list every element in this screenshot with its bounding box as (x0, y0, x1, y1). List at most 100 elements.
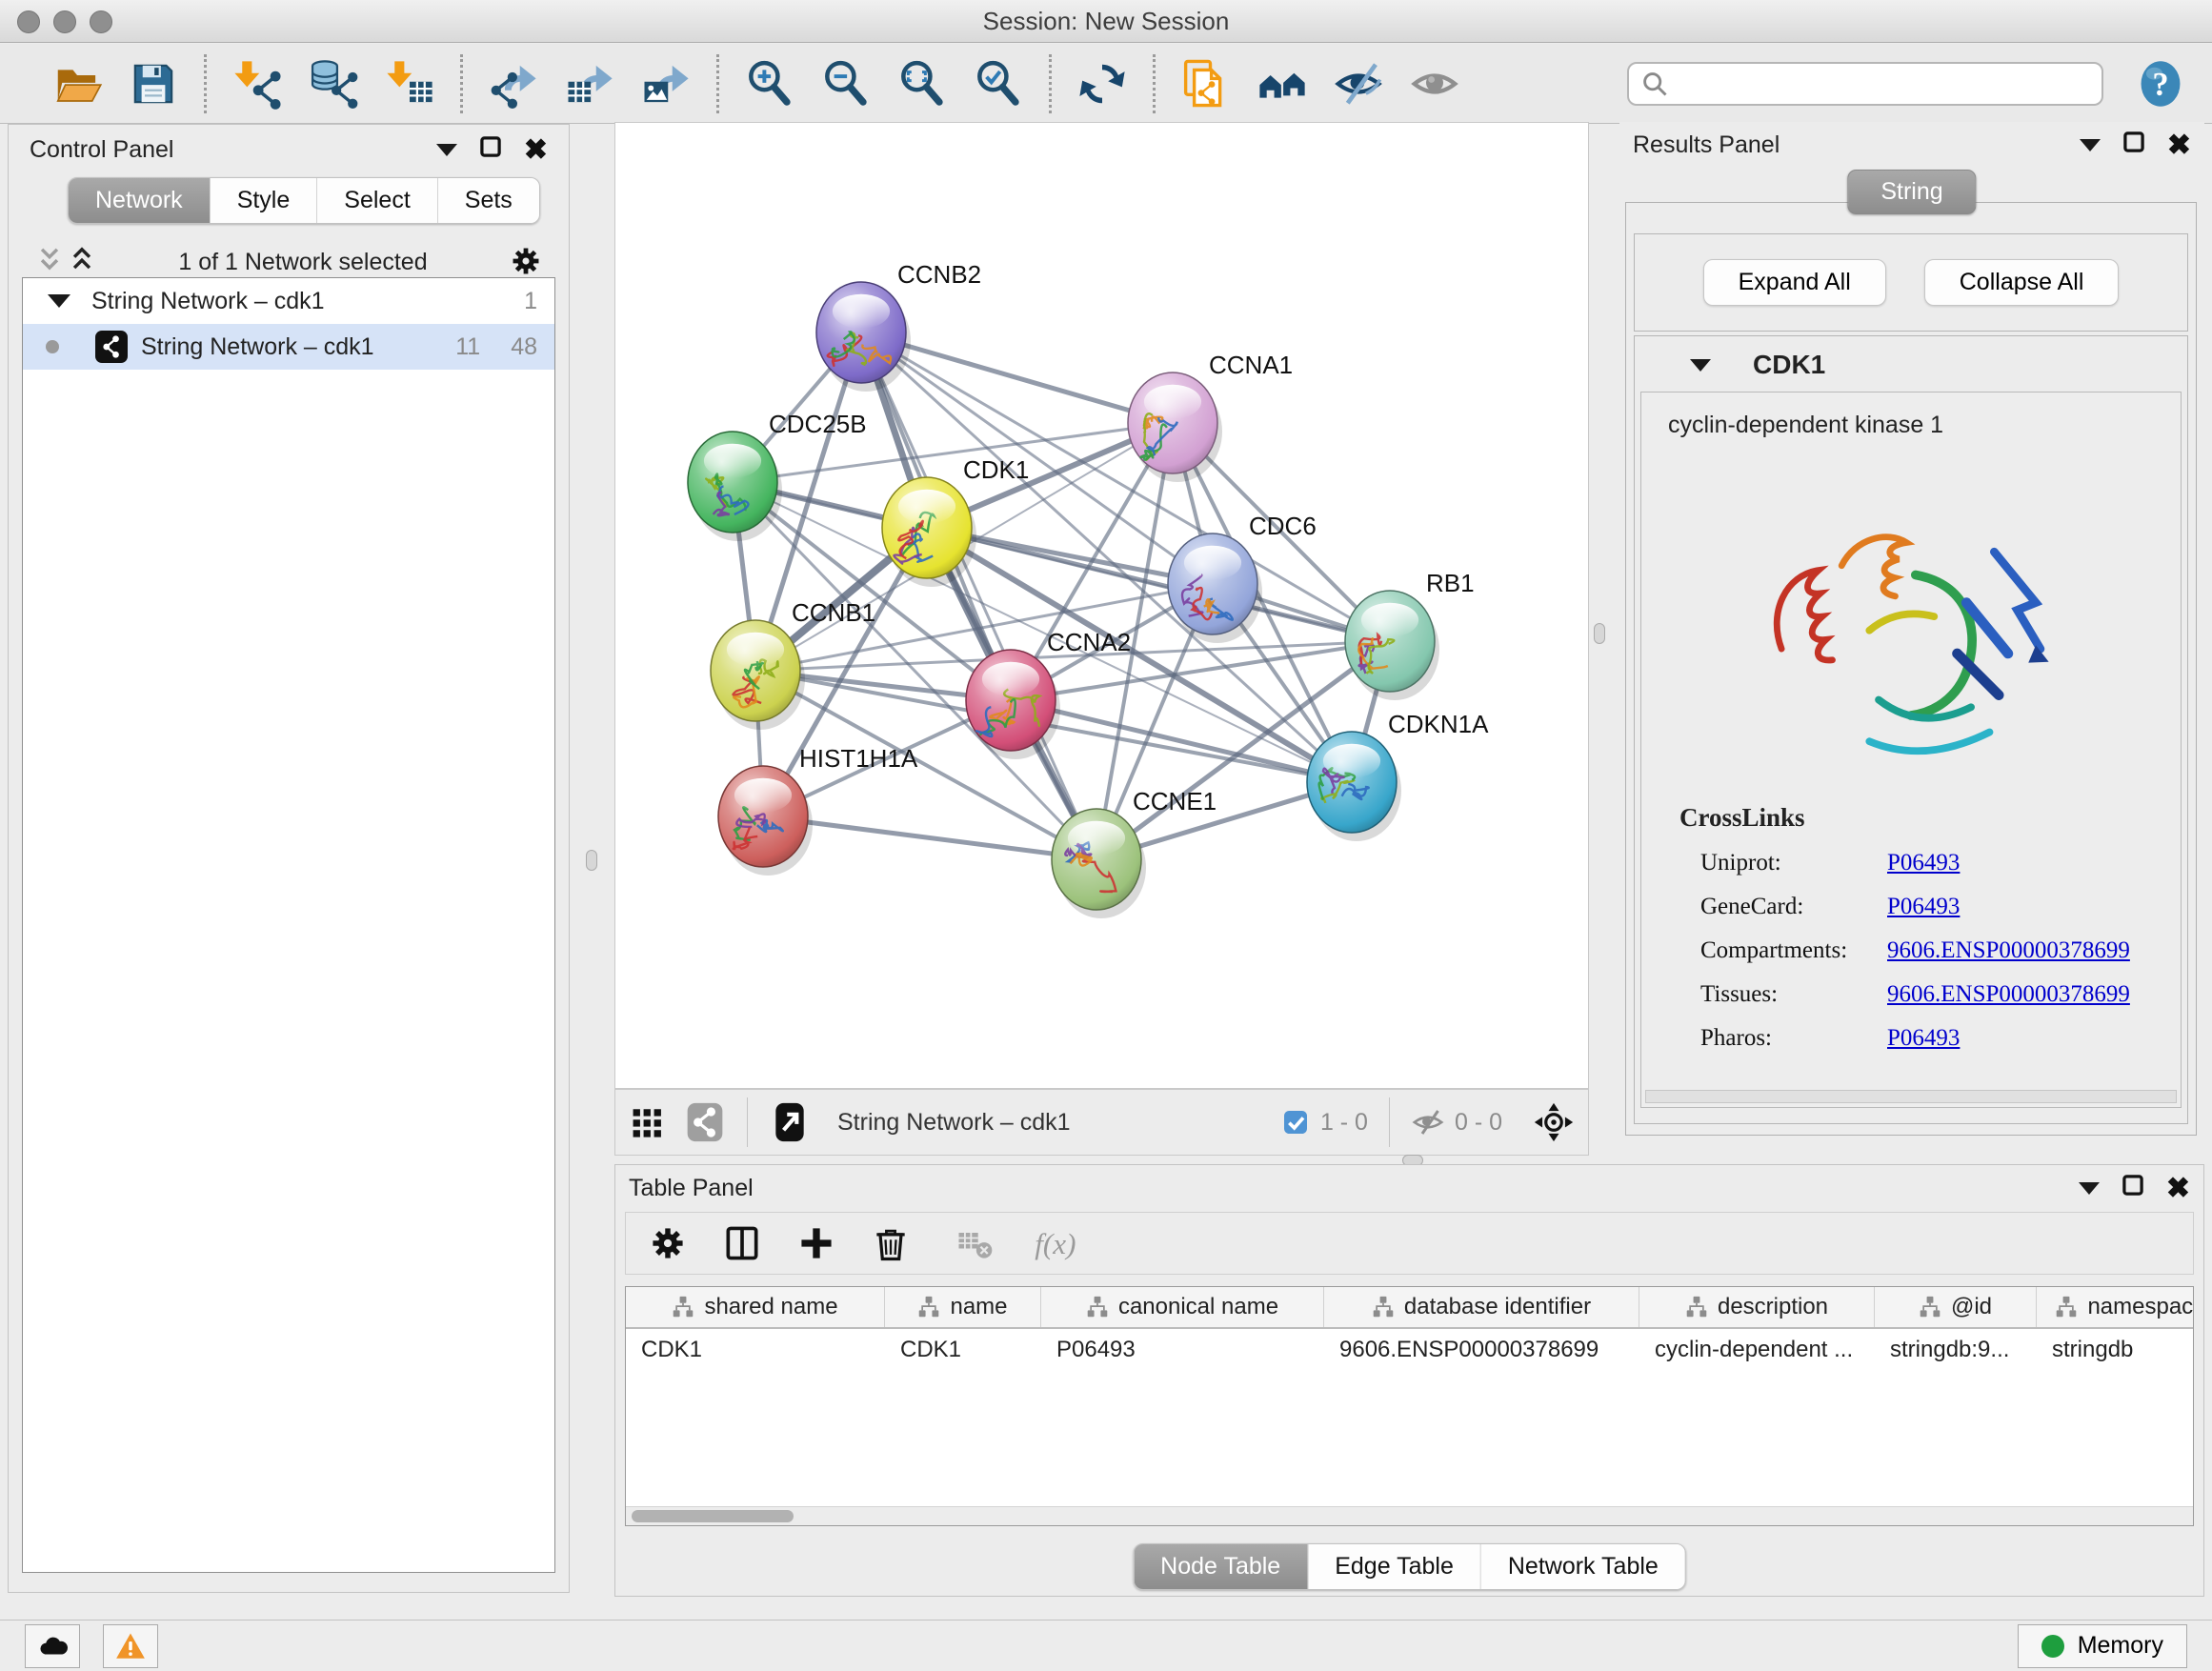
help-button[interactable]: ? (2136, 57, 2185, 111)
table-cell[interactable]: cyclin-dependent ... (1639, 1329, 1875, 1373)
network-canvas[interactable]: CCNB2CCNA1CDC25BCDK1CDC6RB1CCNB1CCNA2CDK… (614, 122, 1589, 1089)
column-header-name[interactable]: name (885, 1287, 1041, 1327)
zoom-selected-button[interactable] (973, 58, 1024, 110)
search-box[interactable] (1627, 62, 2103, 106)
save-session-button[interactable] (128, 58, 179, 110)
panel-menu-icon[interactable] (2080, 139, 2101, 151)
crosslink-link[interactable]: 9606.ENSP00000378699 (1887, 981, 2130, 1008)
grid-view-button[interactable] (629, 1101, 671, 1143)
table-cell[interactable]: CDK1 (885, 1329, 1041, 1373)
right-splitter-grip[interactable] (1594, 623, 1605, 644)
collapse-collection-icon[interactable] (48, 294, 70, 308)
cloud-button[interactable] (25, 1624, 80, 1668)
delete-column-button[interactable] (870, 1222, 912, 1264)
table-row[interactable]: CDK1CDK1P064939606.ENSP00000378699cyclin… (626, 1329, 2193, 1373)
table-cell[interactable]: stringdb (2037, 1329, 2194, 1373)
node-HIST1H1A[interactable]: HIST1H1A (718, 744, 918, 876)
tab-sets[interactable]: Sets (437, 178, 539, 223)
crosslink-link[interactable]: P06493 (1887, 850, 1960, 876)
search-input[interactable] (1677, 70, 2090, 98)
column-header-canonical-name[interactable]: canonical name (1041, 1287, 1324, 1327)
export-image-button[interactable] (640, 58, 692, 110)
warnings-button[interactable] (103, 1624, 158, 1668)
export-table-button[interactable] (564, 58, 615, 110)
collapse-all-button[interactable]: Collapse All (1924, 259, 2120, 306)
panel-menu-icon[interactable] (436, 144, 457, 156)
node-CDKN1A[interactable]: CDKN1A (1307, 710, 1489, 841)
close-panel-icon[interactable]: ✖ (524, 136, 548, 165)
tab-string[interactable]: String (1847, 170, 1976, 214)
panel-menu-icon[interactable] (2079, 1182, 2100, 1195)
protein-header[interactable]: CDK1 (1635, 336, 2187, 392)
clone-network-button[interactable] (1180, 58, 1232, 110)
selected-checkbox-icon[interactable] (1280, 1107, 1311, 1137)
zoom-out-button[interactable] (820, 58, 872, 110)
open-session-button[interactable] (51, 58, 103, 110)
close-panel-icon[interactable]: ✖ (2166, 1175, 2190, 1203)
float-panel-icon[interactable] (2121, 1173, 2145, 1204)
network-collection-row[interactable]: String Network – cdk1 1 (23, 278, 554, 324)
edge-CCNB2-CCNE1[interactable] (861, 332, 1096, 859)
tab-network[interactable]: Network (69, 178, 210, 223)
tab-style[interactable]: Style (210, 178, 317, 223)
column-header-database-identifier[interactable]: database identifier (1324, 1287, 1639, 1327)
window-zoom-button[interactable] (90, 10, 112, 33)
network-view-button[interactable] (684, 1101, 726, 1143)
node-table[interactable]: shared namenamecanonical namedatabase id… (625, 1286, 2194, 1526)
column-header-description[interactable]: description (1639, 1287, 1875, 1327)
import-table-button[interactable] (384, 58, 435, 110)
collapse-protein-icon[interactable] (1690, 359, 1711, 372)
node-CCNB2[interactable]: CCNB2 (816, 260, 981, 392)
column-header-namespace[interactable]: namespace (2037, 1287, 2194, 1327)
tab-select[interactable]: Select (316, 178, 436, 223)
detach-view-button[interactable] (769, 1101, 811, 1143)
expand-all-button[interactable]: Expand All (1703, 259, 1886, 306)
crosslink-link[interactable]: 9606.ENSP00000378699 (1887, 937, 2130, 964)
network-options-button[interactable] (508, 243, 544, 282)
node-CCNE1[interactable]: CCNE1 (1052, 787, 1217, 918)
close-panel-icon[interactable]: ✖ (2167, 131, 2191, 160)
table-cell[interactable]: CDK1 (626, 1329, 885, 1373)
table-cell[interactable]: P06493 (1041, 1329, 1324, 1373)
edge-HIST1H1A-CCNE1[interactable] (763, 816, 1096, 859)
window-close-button[interactable] (17, 10, 40, 33)
float-panel-icon[interactable] (2122, 130, 2146, 161)
node-CDC25B[interactable]: CDC25B (688, 410, 867, 541)
crosslink-link[interactable]: P06493 (1887, 894, 1960, 920)
birds-eye-button[interactable] (1533, 1101, 1575, 1143)
clear-table-button[interactable] (954, 1222, 995, 1264)
show-all-button[interactable] (1409, 58, 1460, 110)
table-options-button[interactable] (647, 1222, 689, 1264)
add-column-button[interactable] (795, 1222, 837, 1264)
first-neighbors-button[interactable] (1257, 58, 1308, 110)
collapse-all-networks-icon[interactable] (33, 243, 66, 282)
table-cell[interactable]: 9606.ENSP00000378699 (1324, 1329, 1639, 1373)
export-network-button[interactable] (488, 58, 539, 110)
column-header-shared-name[interactable]: shared name (626, 1287, 885, 1327)
left-splitter-grip[interactable] (586, 850, 597, 871)
hide-selected-button[interactable] (1333, 58, 1384, 110)
network-row[interactable]: String Network – cdk1 11 48 (23, 324, 554, 370)
node-CDC6[interactable]: CDC6 (1168, 512, 1317, 643)
hidden-eye-icon[interactable] (1411, 1105, 1445, 1139)
show-columns-button[interactable] (721, 1222, 763, 1264)
node-CCNA1[interactable]: CCNA1 (1128, 351, 1293, 482)
table-hscrollbar[interactable] (626, 1506, 2193, 1525)
import-network-database-button[interactable] (308, 58, 359, 110)
tab-network-table[interactable]: Network Table (1480, 1544, 1685, 1589)
column-header--id[interactable]: @id (1875, 1287, 2037, 1327)
scrollbar-thumb[interactable] (632, 1510, 794, 1522)
results-scrollbar[interactable] (1645, 1090, 2177, 1103)
crosslink-link[interactable]: P06493 (1887, 1025, 1960, 1052)
tab-edge-table[interactable]: Edge Table (1307, 1544, 1480, 1589)
expand-all-networks-icon[interactable] (66, 243, 98, 282)
node-RB1[interactable]: RB1 (1345, 569, 1475, 700)
import-network-button[interactable] (231, 58, 283, 110)
window-minimize-button[interactable] (53, 10, 76, 33)
refresh-button[interactable] (1076, 58, 1128, 110)
tab-node-table[interactable]: Node Table (1134, 1544, 1307, 1589)
table-cell[interactable]: stringdb:9... (1875, 1329, 2037, 1373)
network-graph[interactable]: CCNB2CCNA1CDC25BCDK1CDC6RB1CCNB1CCNA2CDK… (615, 123, 1588, 1088)
zoom-in-button[interactable] (744, 58, 795, 110)
zoom-fit-button[interactable] (896, 58, 948, 110)
